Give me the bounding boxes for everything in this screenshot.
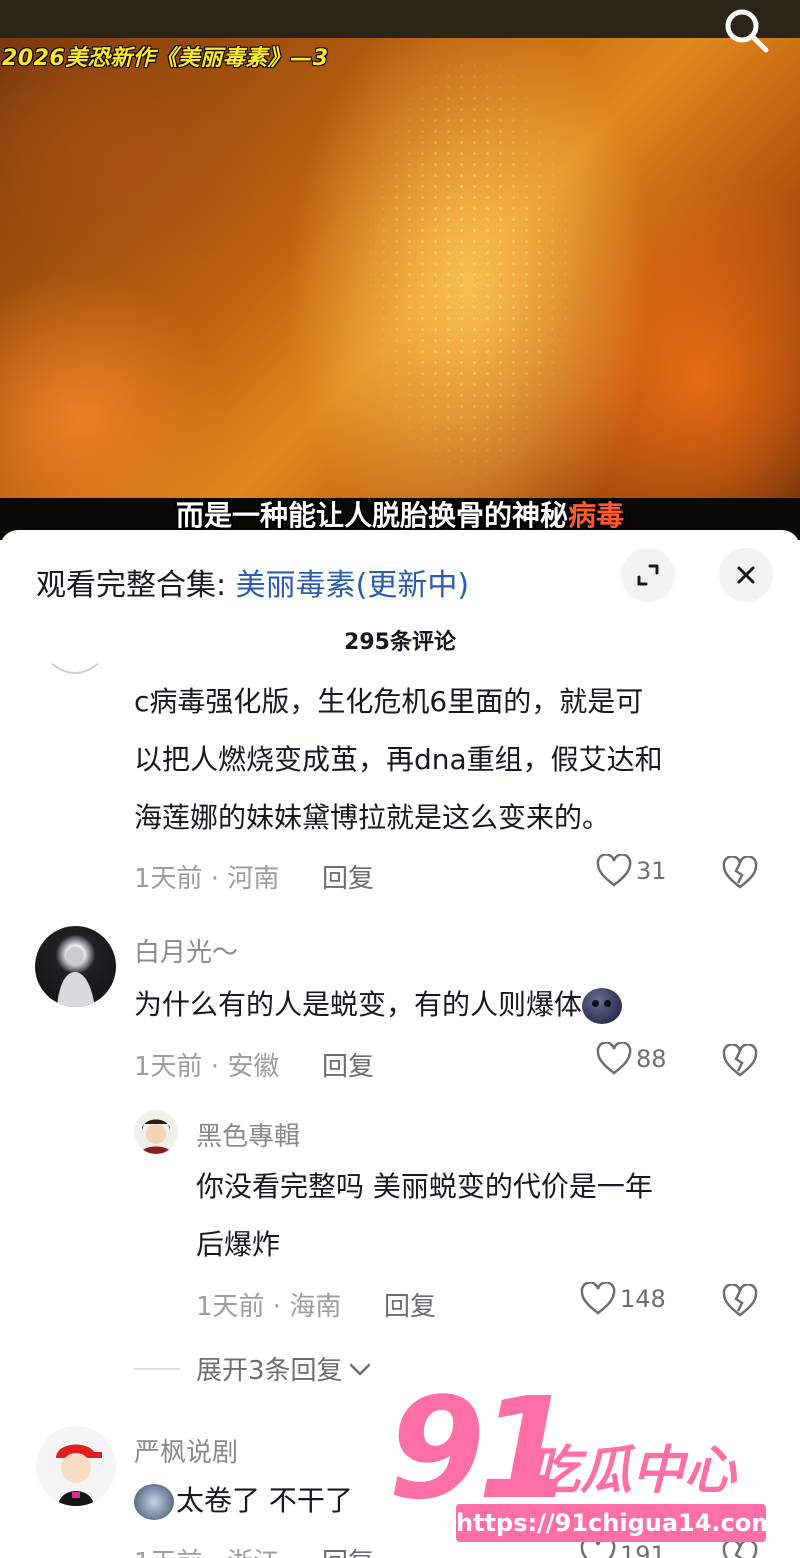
- collection-banner[interactable]: 观看完整合集: 美丽毒素(更新中): [36, 560, 469, 604]
- search-button[interactable]: [720, 4, 772, 56]
- avatar-image: [56, 1444, 102, 1506]
- reply-button[interactable]: 回复: [384, 1286, 436, 1323]
- comment-text: c病毒强化版，生化危机6里面的，就是可 以把人燃烧变成茧，再dna重组，假艾达和…: [134, 673, 663, 847]
- expand-replies-button[interactable]: 展开3条回复: [134, 1350, 373, 1387]
- broken-heart-icon: [722, 855, 758, 889]
- broken-heart-icon: [722, 1283, 758, 1317]
- like-button[interactable]: 31: [596, 854, 667, 888]
- divider: [134, 1367, 180, 1370]
- like-count: 148: [620, 1285, 666, 1313]
- expand-button[interactable]: [621, 548, 675, 602]
- expand-replies-label: 展开3条回复: [196, 1356, 343, 1386]
- comment-username[interactable]: 严枫说剧: [134, 1432, 238, 1469]
- collection-link[interactable]: 美丽毒素(更新中): [236, 568, 469, 603]
- comment-line: 海莲娜的妹妹黛博拉就是这么变来的。: [134, 801, 611, 834]
- like-count: 191: [620, 1541, 666, 1558]
- comment-meta: 1天前 · 安徽: [134, 1052, 280, 1082]
- subtitle-text: 而是一种能让人脱胎换骨的神秘: [175, 499, 568, 532]
- broken-heart-icon: [722, 1539, 758, 1558]
- video-top-bar: [0, 0, 800, 38]
- comment-line: c病毒强化版，生化危机6里面的，就是可: [134, 685, 644, 718]
- dislike-button[interactable]: [722, 855, 758, 894]
- avatar-image: [47, 660, 103, 674]
- comment-username[interactable]: 白月光～: [134, 932, 238, 969]
- video-subtitle: 而是一种能让人脱胎换骨的神秘病毒: [0, 494, 800, 534]
- heart-icon: [596, 854, 632, 887]
- dislike-button[interactable]: [722, 1539, 758, 1558]
- like-count: 31: [636, 857, 667, 885]
- video-player[interactable]: 2026美恐新作《美丽毒素》—3 而是一种能让人脱胎换骨的神秘病毒: [0, 0, 800, 540]
- broken-heart-icon: [722, 1043, 758, 1077]
- like-count: 88: [636, 1045, 667, 1073]
- collection-prefix: 观看完整合集:: [36, 568, 236, 603]
- avatar[interactable]: [35, 926, 116, 1007]
- heart-icon: [580, 1282, 616, 1315]
- like-button[interactable]: 88: [596, 1042, 667, 1076]
- comment-count: 295条评论: [344, 630, 456, 655]
- comment-line: 以把人燃烧变成茧，再dna重组，假艾达和: [134, 743, 663, 776]
- avatar-image: [57, 947, 95, 1007]
- like-button[interactable]: 148: [580, 1282, 666, 1316]
- emoji-icon: [134, 1484, 174, 1520]
- avatar-image: [140, 1119, 172, 1154]
- reply-text: 你没看完整吗 美丽蜕变的代价是一年 后爆炸: [196, 1158, 653, 1274]
- subtitle-highlight: 病毒: [568, 499, 625, 532]
- close-button[interactable]: [719, 548, 773, 602]
- emoji-icon: [582, 988, 623, 1024]
- comment-meta: 1天前 · 河南: [134, 864, 280, 894]
- dislike-button[interactable]: [722, 1043, 758, 1082]
- watermark-brand: 吃瓜中心: [528, 1441, 737, 1501]
- watermark-url: https://91chigua14.com: [456, 1504, 776, 1542]
- comment-text: 为什么有的人是蜕变，有的人则爆体: [134, 976, 623, 1034]
- comment-text-body: 太卷了 不干了: [176, 1484, 353, 1517]
- video-title: 2026美恐新作《美丽毒素》—3: [2, 46, 329, 71]
- reply-button[interactable]: 回复: [322, 858, 374, 895]
- reply-button[interactable]: 回复: [322, 1046, 374, 1083]
- reply-avatar[interactable]: [134, 1110, 178, 1154]
- chevron-down-icon: [349, 1363, 370, 1376]
- avatar[interactable]: [40, 660, 110, 690]
- expand-icon: [637, 564, 659, 586]
- reply-button[interactable]: 回复: [322, 1542, 374, 1558]
- comment-text: 太卷了 不干了: [134, 1472, 353, 1530]
- video-frame: [0, 38, 800, 498]
- comment-text-body: 为什么有的人是蜕变，有的人则爆体: [134, 988, 583, 1021]
- comment-meta: 1天前 · 浙江: [134, 1542, 279, 1558]
- search-icon: [725, 9, 769, 53]
- reply-line: 你没看完整吗 美丽蜕变的代价是一年: [196, 1170, 653, 1203]
- reply-line: 后爆炸: [196, 1228, 281, 1261]
- avatar[interactable]: [36, 1426, 116, 1506]
- heart-icon: [596, 1042, 632, 1075]
- dislike-button[interactable]: [722, 1283, 758, 1322]
- close-icon: [737, 566, 755, 584]
- reply-username[interactable]: 黑色專輯: [196, 1116, 300, 1153]
- reply-meta: 1天前 · 海南: [196, 1292, 342, 1322]
